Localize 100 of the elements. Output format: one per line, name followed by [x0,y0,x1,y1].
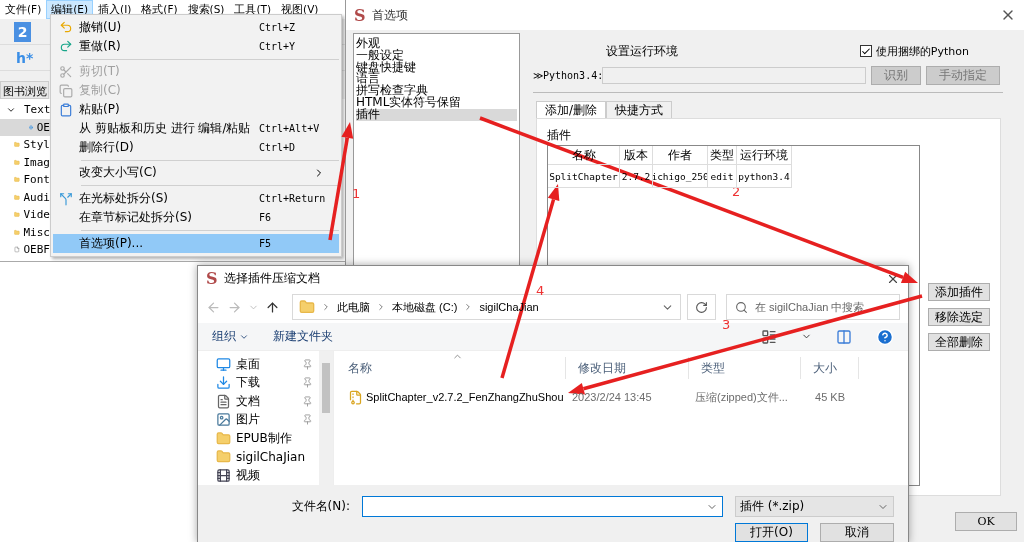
tree-item[interactable]: OEBF [0,241,50,259]
chevron-icon [376,302,386,312]
redo-icon [59,39,73,54]
cancel-button[interactable]: 取消 [820,523,894,542]
document-icon [216,393,231,409]
nav-item[interactable]: EPUB制作 [216,429,319,448]
category-item[interactable]: 插件 [356,108,517,121]
window-title: 首选项 [371,6,409,24]
app-logo: S [206,269,218,288]
nav-item[interactable]: 下载 [216,373,319,392]
file-name[interactable]: SplitChapter_v2.7.2_FenZhangZhuShou [336,389,566,405]
column-header: 作者 [653,146,708,165]
column-header[interactable]: 类型 [689,357,801,379]
table-cell: edit [708,165,737,188]
tree-item[interactable]: OE [0,118,50,136]
menu-item[interactable]: 在光标处拆分(S) Ctrl+Return [53,189,339,209]
nav-item[interactable]: 视频 [216,466,319,485]
app-logo: S [354,5,366,25]
filename-field[interactable] [362,496,723,517]
group-title: 插件 [547,127,572,144]
panel-title: 图书浏览 [0,81,49,99]
menu-item[interactable]: 首选项(P)... F5 [53,233,339,253]
tab[interactable]: 快捷方式 [606,101,673,118]
menu-item[interactable]: 删除行(D) Ctrl+D [53,137,339,157]
column-header[interactable]: 名称 [336,357,566,379]
tree-item[interactable]: Misc [0,223,50,241]
category-item[interactable]: 拼写检查字典 [356,85,517,97]
download-icon [216,375,231,391]
film-icon [216,467,231,483]
window-title: 选择插件压缩文档 [223,270,321,287]
search-field[interactable]: 在 sigilChaJian 中搜索 [726,294,900,320]
plugin-button[interactable]: 添加插件 [928,283,990,301]
tab[interactable]: 添加/删除 [536,101,607,118]
menu-title[interactable]: 搜索(S) [182,0,230,19]
column-header[interactable]: 大小 [801,357,859,379]
annotation-number: 1 [352,186,361,201]
shortcut-label: Ctrl+Z [259,21,297,33]
file-type-dropdown[interactable]: 插件 (*.zip) [735,496,894,517]
column-header[interactable]: 修改日期 [566,357,689,379]
python-path-field[interactable] [602,66,866,84]
clipboard-icon [59,102,73,117]
picture-icon [216,412,231,428]
organize-button[interactable]: 组织 [212,328,249,345]
column-header: 运行环境 [737,146,792,165]
new-folder-button[interactable]: 新建文件夹 [273,328,333,345]
menu-title[interactable]: 格式(F) [136,0,183,19]
view-icon[interactable] [761,328,777,345]
annotation-number: 3 [722,317,731,332]
tree-item[interactable]: Vide [0,206,50,224]
plugin-button[interactable]: 移除选定 [928,308,990,326]
breadcrumb-item[interactable]: 此电脑 [337,299,370,315]
refresh-icon [694,300,708,314]
copy-icon [59,83,73,98]
zip-file-icon [348,389,363,405]
scrollbar[interactable] [319,351,333,485]
plugin-button[interactable]: 全部删除 [928,333,990,351]
pin-icon [302,395,313,407]
nav-item[interactable]: 文档 [216,392,319,411]
menu-item[interactable]: 改变大小写(C) [53,163,339,183]
refresh-button[interactable] [686,294,716,320]
up-button[interactable] [265,299,280,315]
shortcut-label: Ctrl+Y [259,40,297,52]
menu-item[interactable]: 从 剪贴板和历史 进行 编辑/粘贴 Ctrl+Alt+V [53,119,339,138]
shortcut-label: F6 [259,212,273,224]
breadcrumb-item[interactable]: 本地磁盘 (C:) [392,299,458,315]
checkbox[interactable] [859,45,872,57]
ok-button[interactable]: OK [955,512,1017,531]
tree-item[interactable]: Styl [0,136,50,154]
tree-item[interactable]: Audi [0,188,50,206]
nav-item[interactable]: 图片 [216,410,319,429]
tree-item[interactable]: Text [0,101,50,119]
menu-item[interactable]: 在章节标记处拆分(S) F6 [53,208,339,227]
table-cell-text: 2023/2/24 13:45 [571,391,653,403]
open-button[interactable]: 打开(O) [735,523,808,542]
undo-icon [59,20,73,35]
category-item[interactable]: HTML实体符号保留 [356,97,517,109]
help-icon[interactable] [876,327,894,346]
menu-item[interactable]: 粘贴(P) [53,100,339,119]
menu-title[interactable]: 插入(I) [93,0,137,19]
tree-item[interactable]: Font [0,171,50,189]
category-item[interactable]: 一般设定 [356,49,517,62]
menu-title[interactable]: 视图(V) [276,0,324,19]
menu-item[interactable]: 重做(R) Ctrl+Y [53,36,339,56]
nav-item[interactable]: 桌面 [216,355,319,374]
table-cell-text: 45 KB [814,391,846,403]
shortcut-label: F5 [259,237,273,249]
menu-title[interactable]: 工具(T) [229,0,277,19]
category-item[interactable]: 键盘快捷键 [356,61,517,74]
table-cell-text: 压缩(zipped)文件... [694,389,789,405]
split-icon [59,191,73,206]
menu-title[interactable]: 文件(F) [0,0,47,19]
table-cell: SplitChapter [548,165,620,188]
pin-icon [302,377,313,389]
category-item[interactable]: 外观 [356,38,517,50]
menu-item[interactable]: 撤销(U) Ctrl+Z [53,18,339,37]
section-heading: 设置运行环境 [606,42,679,60]
tree-item[interactable]: Imag [0,153,50,171]
preview-pane-icon[interactable] [836,328,852,345]
folder-icon [299,299,315,315]
nav-item[interactable]: sigilChaJian [216,447,319,466]
